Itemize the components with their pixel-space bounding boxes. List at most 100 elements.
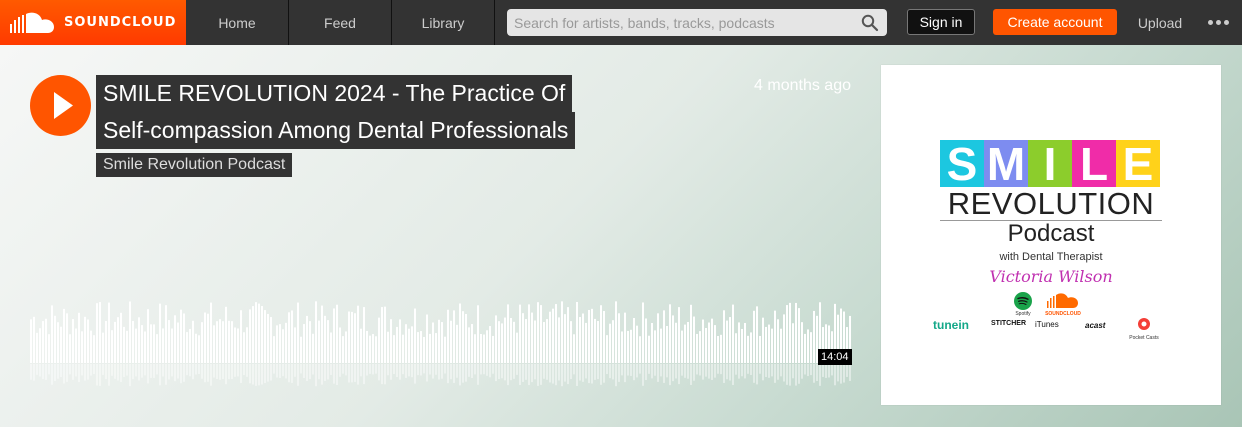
waveform-reflection-bar (105, 364, 107, 380)
pocketcasts-icon (1138, 318, 1150, 330)
track-hero: SMILE REVOLUTION 2024 - The Practice Of … (0, 45, 1242, 427)
waveform-reflection-bar (216, 364, 218, 380)
waveform-reflection-bar (534, 364, 536, 380)
waveform-reflection-bar (249, 364, 251, 384)
waveform-bar (483, 334, 485, 363)
waveform-bar (621, 331, 623, 363)
waveform-reflection-bar (39, 364, 41, 377)
waveform-bar (33, 316, 35, 363)
waveform-bar (333, 308, 335, 363)
waveform-bar (555, 304, 557, 363)
waveform-bar (663, 310, 665, 363)
waveform-reflection-bar (657, 364, 659, 382)
waveform-bar (192, 320, 194, 363)
waveform-bar (606, 335, 608, 363)
artwork-letter: E (1116, 140, 1160, 188)
waveform-reflection-bar (171, 364, 173, 377)
waveform-reflection-bar (621, 364, 623, 376)
stitcher-logo: STITCHER (991, 320, 1026, 327)
waveform-reflection-bar (663, 364, 665, 383)
waveform-reflection-bar (120, 364, 122, 383)
waveform-reflection-bar (225, 364, 227, 385)
waveform-reflection-bar (570, 364, 572, 380)
waveform-reflection-bar (231, 364, 233, 380)
waveform-reflection-bar (840, 364, 842, 384)
waveform-bar (132, 320, 134, 363)
waveform-bar (777, 319, 779, 363)
waveform-bar (585, 322, 587, 363)
waveform-bar (630, 329, 632, 363)
waveform-bar (240, 310, 242, 363)
waveform[interactable] (30, 295, 852, 395)
waveform-bar (732, 304, 734, 363)
waveform-bar (705, 327, 707, 363)
waveform-bar (183, 313, 185, 363)
waveform-reflection-bar (798, 364, 800, 384)
waveform-bar (738, 322, 740, 363)
waveform-reflection-bar (279, 364, 281, 378)
waveform-bar (444, 336, 446, 363)
waveform-bar (393, 335, 395, 363)
waveform-bar (795, 302, 797, 363)
waveform-bar (495, 315, 497, 363)
artist-link[interactable]: Smile Revolution Podcast (96, 153, 293, 177)
waveform-reflection-bar (465, 364, 467, 382)
nav-library[interactable]: Library (392, 0, 495, 45)
waveform-reflection-bar (195, 364, 197, 375)
waveform-bar (552, 308, 554, 363)
waveform-reflection-bar (108, 364, 110, 386)
nav-home[interactable]: Home (186, 0, 289, 45)
waveform-reflection-bar (441, 364, 443, 379)
waveform-bar (813, 310, 815, 363)
artwork-smile-letters: S M I L E (940, 140, 1160, 188)
waveform-bar (642, 302, 644, 363)
waveform-bar (768, 324, 770, 363)
search-input[interactable] (507, 9, 887, 36)
waveform-bar (618, 313, 620, 363)
waveform-bar (264, 310, 266, 363)
nav-feed[interactable]: Feed (289, 0, 392, 45)
upload-link[interactable]: Upload (1128, 0, 1192, 45)
waveform-bar (660, 328, 662, 363)
waveform-bar (654, 330, 656, 363)
waveform-reflection-bar (267, 364, 269, 382)
waveform-reflection-bar (339, 364, 341, 377)
waveform-bar (300, 336, 302, 363)
waveform-reflection-bar (300, 364, 302, 374)
waveform-bar (615, 301, 617, 363)
artwork-podcast-text: Podcast (1007, 220, 1095, 247)
waveform-bar (756, 306, 758, 363)
search-icon[interactable] (861, 14, 879, 32)
waveform-bar (348, 311, 350, 363)
waveform-reflection-bar (393, 364, 395, 375)
waveform-reflection-bar (156, 364, 158, 375)
waveform-reflection-bar (645, 364, 647, 381)
waveform-reflection-bar (639, 364, 641, 374)
waveform-bar (90, 330, 92, 363)
soundcloud-logo[interactable]: SOUNDCLOUD (0, 0, 186, 45)
waveform-reflection-bar (84, 364, 86, 381)
waveform-reflection-bar (93, 364, 95, 375)
more-options-icon[interactable] (1200, 0, 1236, 45)
waveform-bar (411, 326, 413, 363)
create-account-button[interactable]: Create account (993, 9, 1117, 35)
waveform-reflection-bar (384, 364, 386, 385)
waveform-reflection-bar (402, 364, 404, 375)
waveform-reflection-bar (429, 364, 431, 375)
waveform-bar (741, 328, 743, 363)
waveform-bar (696, 333, 698, 363)
waveform-reflection-bar (237, 364, 239, 377)
waveform-reflection-bar (201, 364, 203, 379)
sign-in-button[interactable]: Sign in (907, 9, 975, 35)
waveform-bar (717, 336, 719, 363)
waveform-bar (216, 321, 218, 363)
waveform-bar (708, 322, 710, 363)
waveform-reflection-bar (753, 364, 755, 383)
play-button[interactable] (30, 75, 91, 136)
waveform-reflection-bar (159, 364, 161, 386)
waveform-bar (534, 320, 536, 363)
waveform-reflection-bar (483, 364, 485, 375)
waveform-reflection-bar (252, 364, 254, 385)
waveform-bar (186, 332, 188, 363)
waveform-reflection-bar (717, 364, 719, 374)
